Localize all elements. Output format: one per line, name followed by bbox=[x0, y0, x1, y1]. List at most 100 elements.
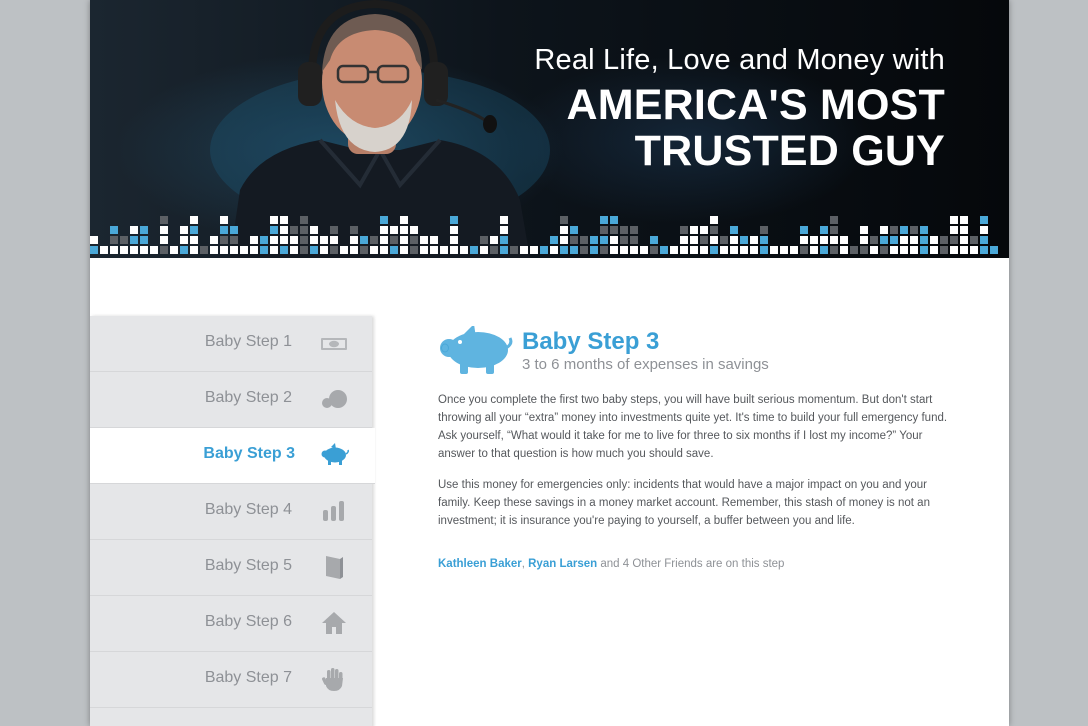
sidebar-item-label: Baby Step 5 bbox=[204, 557, 292, 574]
equalizer-pixel bbox=[960, 236, 968, 244]
equalizer-pixel bbox=[690, 226, 698, 234]
equalizer-pixel bbox=[580, 236, 588, 244]
equalizer-pixel bbox=[130, 236, 138, 244]
equalizer-pixel bbox=[140, 226, 148, 234]
equalizer-pixel bbox=[110, 246, 118, 254]
equalizer-pixel bbox=[960, 226, 968, 234]
sidebar-item-label: Baby Step 2 bbox=[204, 389, 292, 406]
equalizer-pixel bbox=[870, 246, 878, 254]
equalizer-pixel bbox=[220, 226, 228, 234]
equalizer-pixel bbox=[380, 216, 388, 224]
equalizer-pixel bbox=[440, 246, 448, 254]
equalizer-pixel bbox=[810, 246, 818, 254]
equalizer-pixel bbox=[510, 246, 518, 254]
equalizer-pixel bbox=[710, 216, 718, 224]
equalizer-pixel bbox=[710, 246, 718, 254]
equalizer-pixel bbox=[740, 246, 748, 254]
equalizer-pixel bbox=[430, 246, 438, 254]
friend-link[interactable]: Ryan Larsen bbox=[528, 558, 597, 570]
equalizer-pixel bbox=[430, 236, 438, 244]
sidebar-item-baby-step-7[interactable]: Baby Step 7 bbox=[90, 652, 372, 708]
equalizer-pixel bbox=[310, 226, 318, 234]
equalizer-pixel bbox=[590, 246, 598, 254]
equalizer-pixel bbox=[650, 246, 658, 254]
equalizer-pixel bbox=[910, 226, 918, 234]
equalizer-pixel bbox=[270, 226, 278, 234]
equalizer-pixel bbox=[600, 246, 608, 254]
equalizer-pixel bbox=[320, 246, 328, 254]
equalizer-pixel bbox=[690, 246, 698, 254]
equalizer-pixel bbox=[860, 236, 868, 244]
equalizer-pixel bbox=[350, 246, 358, 254]
equalizer-pixel bbox=[820, 236, 828, 244]
equalizer-pixel bbox=[210, 246, 218, 254]
equalizer-pixel bbox=[730, 226, 738, 234]
equalizer-pixel bbox=[320, 236, 328, 244]
equalizer-pixel bbox=[500, 246, 508, 254]
equalizer-pixel bbox=[120, 246, 128, 254]
equalizer-pixel bbox=[90, 236, 98, 244]
equalizer-pixel bbox=[970, 246, 978, 254]
equalizer-pixel bbox=[230, 246, 238, 254]
equalizer-pixel bbox=[160, 216, 168, 224]
equalizer-pixel bbox=[520, 246, 528, 254]
equalizer-pixel bbox=[290, 246, 298, 254]
equalizer-pixel bbox=[600, 216, 608, 224]
equalizer-pixel bbox=[620, 226, 628, 234]
equalizer-pixel bbox=[950, 236, 958, 244]
sidebar-item-baby-step-5[interactable]: Baby Step 5 bbox=[90, 540, 372, 596]
equalizer-pixel bbox=[890, 246, 898, 254]
equalizer-pixel bbox=[980, 236, 988, 244]
equalizer-pixel bbox=[650, 236, 658, 244]
equalizer-pixel bbox=[870, 236, 878, 244]
equalizer-pixel bbox=[670, 246, 678, 254]
equalizer-pixel bbox=[620, 246, 628, 254]
sidebar-item-baby-step-4[interactable]: Baby Step 4 bbox=[90, 484, 372, 540]
equalizer-pixel bbox=[150, 246, 158, 254]
step-title: Baby Step 3 bbox=[522, 328, 660, 355]
step-description-paragraph-2: Use this money for emergencies only: inc… bbox=[438, 479, 930, 527]
equalizer-pixel bbox=[270, 236, 278, 244]
equalizer-pixel bbox=[450, 246, 458, 254]
equalizer-pixel bbox=[480, 246, 488, 254]
sidebar-item-label: Baby Step 6 bbox=[204, 613, 292, 630]
equalizer-pixel bbox=[820, 246, 828, 254]
equalizer-pixel bbox=[910, 246, 918, 254]
equalizer-pixel bbox=[940, 236, 948, 244]
equalizer-pixel bbox=[900, 236, 908, 244]
equalizer-pixel bbox=[840, 236, 848, 244]
equalizer-pixel bbox=[160, 226, 168, 234]
equalizer-pixel bbox=[630, 236, 638, 244]
equalizer-pixel bbox=[160, 236, 168, 244]
equalizer-pixel bbox=[100, 246, 108, 254]
sidebar-item-baby-step-3[interactable]: Baby Step 3 bbox=[90, 428, 375, 484]
equalizer-pixel bbox=[800, 236, 808, 244]
book-icon bbox=[320, 554, 348, 580]
equalizer-pixel bbox=[350, 236, 358, 244]
sidebar-item-baby-step-6[interactable]: Baby Step 6 bbox=[90, 596, 372, 652]
equalizer-pixel bbox=[720, 246, 728, 254]
step-description-paragraph-1: Once you complete the first two baby ste… bbox=[438, 394, 948, 460]
equalizer-pixel bbox=[940, 246, 948, 254]
equalizer-pixel bbox=[590, 236, 598, 244]
equalizer-pixel bbox=[400, 226, 408, 234]
baby-steps-sidebar: Baby Step 1 Baby Step 2 Baby Step 3 Baby… bbox=[90, 316, 375, 726]
equalizer-pixel bbox=[610, 236, 618, 244]
equalizer-pixel bbox=[790, 246, 798, 254]
equalizer-pixel bbox=[340, 246, 348, 254]
equalizer-pixel bbox=[530, 246, 538, 254]
friend-link[interactable]: Kathleen Baker bbox=[438, 558, 522, 570]
sidebar-item-label: Baby Step 1 bbox=[204, 333, 292, 350]
sidebar-item-baby-step-2[interactable]: Baby Step 2 bbox=[90, 372, 372, 428]
equalizer-pixel bbox=[190, 226, 198, 234]
equalizer-pixel bbox=[930, 236, 938, 244]
sidebar-item-baby-step-1[interactable]: Baby Step 1 bbox=[90, 316, 372, 372]
equalizer-pixel bbox=[300, 226, 308, 234]
equalizer-pixel bbox=[220, 236, 228, 244]
equalizer-pixel bbox=[640, 246, 648, 254]
equalizer-pixel bbox=[570, 236, 578, 244]
equalizer-pixel bbox=[610, 226, 618, 234]
equalizer-pixel bbox=[950, 216, 958, 224]
equalizer-pixel bbox=[610, 216, 618, 224]
page-card: Real Life, Love and Money with AMERICA'S… bbox=[90, 0, 1009, 726]
